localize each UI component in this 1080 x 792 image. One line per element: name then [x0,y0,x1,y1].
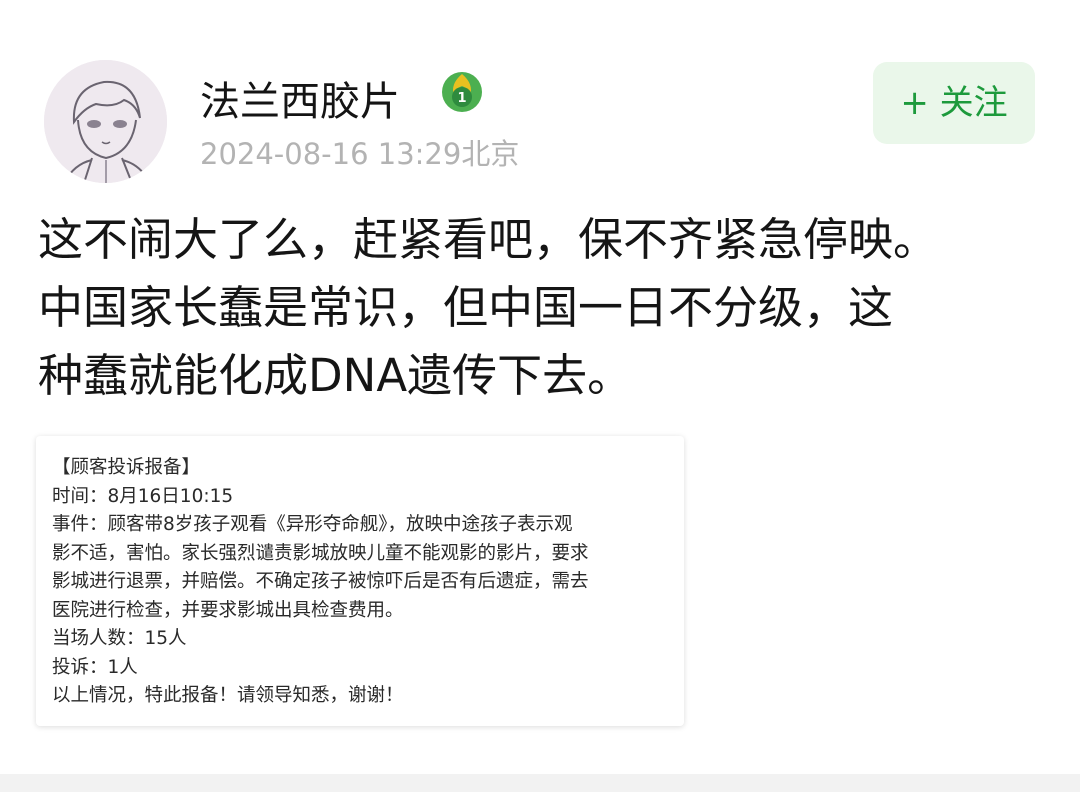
post-text: 这不闹大了么，赶紧看吧，保不齐紧急停映。 中国家长蠢是常识，但中国一日不分级，这… [38,206,1048,410]
notice-line: 时间：8月16日10:15 [52,485,234,507]
level-number: 1 [457,91,466,106]
anime-portrait-icon [44,60,167,183]
follow-button[interactable]: + 关注 [873,62,1035,144]
notice-line: 医院进行检查，并要求影城出具检查费用。 [52,599,404,621]
notice-line: 【顾客投诉报备】 [52,457,201,478]
notice-line: 影不适，害怕。家长强烈谴责影城放映儿童不能观影的影片，要求 [52,542,589,564]
level-badge-icon: 1 [440,70,484,114]
post-page: 法兰西胶片 1 2024-08-16 13:29北京 + 关注 这不闹大了么，赶… [0,0,1080,792]
post-date: 2024-08-16 13:29 [200,137,462,171]
post-location: 北京 [461,137,520,171]
notice-line: 当场人数：15人 [52,628,187,649]
post-text-line: 中国家长蠢是常识，但中国一日不分级，这 [38,281,894,334]
notice-line: 投诉：1人 [52,656,138,678]
complaint-notice: 【顾客投诉报备】 时间：8月16日10:15 事件：顾客带8岁孩子观看《异形夺命… [52,454,676,711]
notice-line: 以上情况，特此报备！请领导知悉，谢谢！ [52,685,404,706]
author-name[interactable]: 法兰西胶片 [200,74,400,130]
avatar[interactable] [44,60,167,183]
post-text-line: 这不闹大了么，赶紧看吧，保不齐紧急停映。 [38,213,939,266]
notice-line: 影城进行退票，并赔偿。不确定孩子被惊吓后是否有后遗症，需去 [52,571,589,592]
section-divider [0,774,1080,792]
post-meta: 2024-08-16 13:29北京 [200,134,519,174]
post-text-line: 种蠢就能化成DNA遗传下去。 [38,349,633,402]
notice-line: 事件：顾客带8岁孩子观看《异形夺命舰》，放映中途孩子表示观 [52,514,573,535]
attached-image[interactable]: 【顾客投诉报备】 时间：8月16日10:15 事件：顾客带8岁孩子观看《异形夺命… [36,436,684,726]
